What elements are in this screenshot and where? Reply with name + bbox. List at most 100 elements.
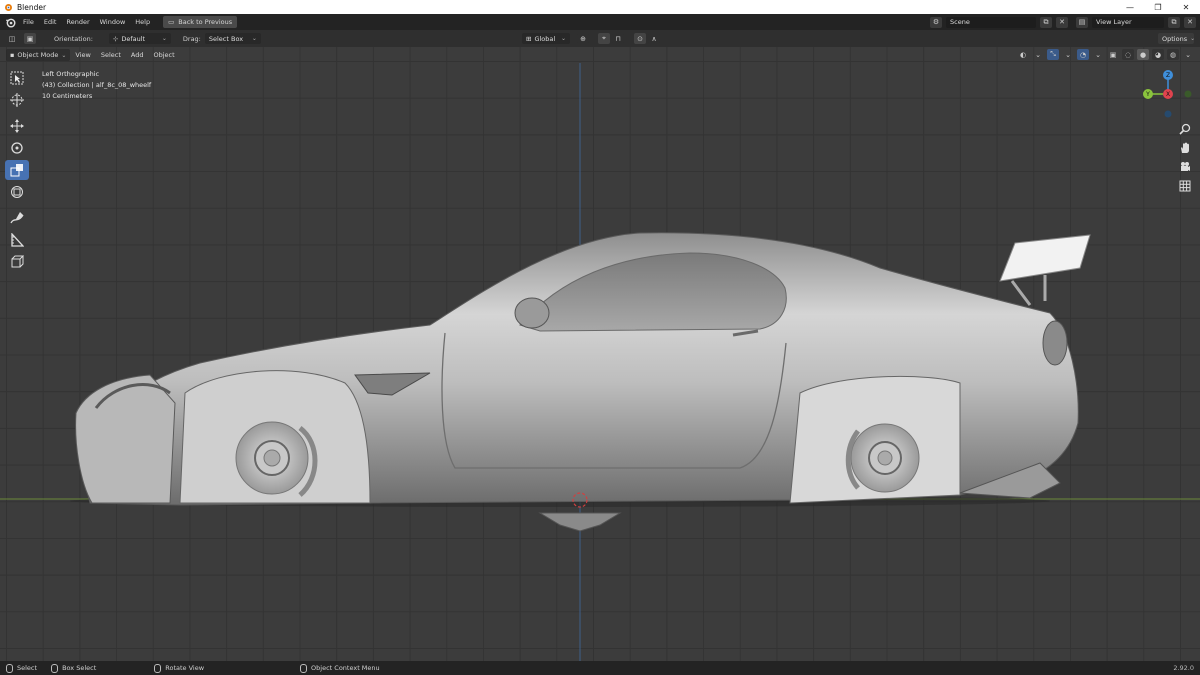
viewport-menu-object[interactable]: Object xyxy=(148,51,179,59)
snap-toggle-icon[interactable]: ⌖ xyxy=(598,33,610,44)
pan-hand-icon[interactable] xyxy=(1176,139,1194,157)
viewport-menu-add[interactable]: Add xyxy=(126,51,149,59)
solid-shading-icon[interactable]: ● xyxy=(1137,49,1149,60)
status-select: Select xyxy=(6,663,38,673)
transform-orientation-dropdown[interactable]: ⊞ Global ⌄ xyxy=(522,33,570,44)
menu-window[interactable]: Window xyxy=(95,14,131,30)
grid-view-icon[interactable] xyxy=(1176,177,1194,195)
active-tool-icon[interactable]: ▣ xyxy=(24,33,36,44)
chevron-down-icon[interactable]: ⌄ xyxy=(1182,49,1194,60)
grid-scale: 10 Centimeters xyxy=(42,92,93,100)
status-rotate: Rotate View xyxy=(154,663,205,673)
new-view-layer-icon[interactable]: ⧉ xyxy=(1168,16,1180,28)
proportional-edit-icon[interactable]: ⊙ xyxy=(634,33,646,44)
orientation-value: Default xyxy=(121,34,146,43)
viewport-header: ▪ Object Mode ⌄ View Select Add Object ◐… xyxy=(0,47,1200,63)
menu-help[interactable]: Help xyxy=(130,14,155,30)
menu-file[interactable]: File xyxy=(18,14,39,30)
drag-value: Select Box xyxy=(208,34,244,43)
back-to-previous-button[interactable]: ▭ Back to Previous xyxy=(163,16,238,28)
viewport-menu-select[interactable]: Select xyxy=(96,51,126,59)
xray-toggle-icon[interactable]: ▣ xyxy=(1107,49,1119,60)
orientation-dropdown[interactable]: ⊹ Default ⌄ xyxy=(108,33,171,44)
viewport-info: Left Orthographic (43) Collection | alf_… xyxy=(42,69,151,102)
screen-icon: ▭ xyxy=(168,18,175,26)
scene-selector-icon[interactable]: ⚙ xyxy=(930,16,942,28)
menu-edit[interactable]: Edit xyxy=(39,14,62,30)
status-select-label: Select xyxy=(17,664,38,672)
pivot-point-icon[interactable]: ⊕ xyxy=(577,33,589,44)
camera-icon[interactable] xyxy=(1176,158,1194,176)
chevron-down-icon[interactable]: ⌄ xyxy=(1032,49,1044,60)
transform-icon xyxy=(11,186,23,198)
menu-render[interactable]: Render xyxy=(61,14,94,30)
zoom-icon[interactable] xyxy=(1176,120,1194,138)
minimize-button[interactable]: — xyxy=(1116,0,1144,14)
rendered-shading-icon[interactable]: ◍ xyxy=(1167,49,1179,60)
scale-tool[interactable] xyxy=(5,160,29,180)
object-mode-dropdown[interactable]: ▪ Object Mode ⌄ xyxy=(6,49,71,61)
top-bar: File Edit Render Window Help ▭ Back to P… xyxy=(0,14,1200,30)
taillight xyxy=(1042,320,1068,366)
falloff-icon[interactable]: ∧ xyxy=(648,33,660,44)
material-preview-icon[interactable]: ◕ xyxy=(1152,49,1164,60)
move-arrows-icon xyxy=(10,119,24,133)
delete-view-layer-icon[interactable]: ✕ xyxy=(1184,16,1196,28)
selectability-icon[interactable]: ◐ xyxy=(1017,49,1029,60)
chevron-down-icon[interactable]: ⌄ xyxy=(1062,49,1074,60)
close-button[interactable]: ✕ xyxy=(1172,0,1200,14)
delete-scene-icon[interactable]: ✕ xyxy=(1056,16,1068,28)
car-model[interactable] xyxy=(0,63,1200,661)
snap-target-icon[interactable]: ⊓ xyxy=(612,33,624,44)
scene-name-field[interactable]: Scene xyxy=(946,16,1036,28)
cursor-tool[interactable] xyxy=(5,90,29,110)
window-title: Blender xyxy=(17,2,47,12)
back-to-previous-label: Back to Previous xyxy=(178,18,233,26)
view-layer-selector-icon[interactable]: ▤ xyxy=(1076,16,1088,28)
mouse-middle-icon xyxy=(154,663,162,673)
editor-type-icon[interactable]: ◫ xyxy=(6,33,18,44)
neg-z-axis-handle xyxy=(1164,110,1172,118)
scene-name: Scene xyxy=(950,18,970,26)
rotate-tool[interactable] xyxy=(5,138,29,158)
measure-tool[interactable] xyxy=(5,230,29,250)
jack-stand xyxy=(538,512,622,532)
gizmo-toggle-icon[interactable]: ⤡ xyxy=(1047,49,1059,60)
wing-struts xyxy=(1010,275,1047,306)
new-scene-icon[interactable]: ⧉ xyxy=(1040,16,1052,28)
status-bar: Select Box Select Rotate View Object Con… xyxy=(0,661,1200,675)
viewport-menu-view[interactable]: View xyxy=(70,51,95,59)
mouse-right-icon xyxy=(300,663,308,673)
view-name: Left Orthographic xyxy=(42,70,100,78)
viewport-navigation xyxy=(1176,120,1194,196)
navigation-gizmo[interactable]: Z Y X xyxy=(1138,66,1198,122)
blender-menu-icon[interactable] xyxy=(2,14,18,30)
status-box-select-label: Box Select xyxy=(62,664,97,672)
y-axis-label: Y xyxy=(1145,91,1150,98)
version-label: 2.92.0 xyxy=(1173,664,1194,672)
move-tool[interactable] xyxy=(5,116,29,136)
transform-tool[interactable] xyxy=(5,182,29,202)
view-layer-field[interactable]: View Layer xyxy=(1092,16,1164,28)
front-bumper xyxy=(75,374,176,504)
object-mode-label: Object Mode xyxy=(17,51,59,59)
blender-logo-icon xyxy=(5,4,12,11)
window-titlebar: Blender — ❐ ✕ xyxy=(0,0,1200,14)
view-layer-name: View Layer xyxy=(1096,18,1132,26)
wireframe-shading-icon[interactable]: ◌ xyxy=(1122,49,1134,60)
select-cursor-icon xyxy=(10,71,24,85)
add-cube-tool[interactable] xyxy=(5,252,29,272)
overlays-toggle-icon[interactable]: ◔ xyxy=(1077,49,1089,60)
orientation-label: Orientation: xyxy=(54,34,93,43)
chevron-down-icon[interactable]: ⌄ xyxy=(1092,49,1104,60)
chevron-down-icon: ⌄ xyxy=(251,35,257,42)
options-dropdown[interactable]: Options ⌄ xyxy=(1158,33,1195,44)
annotate-tool[interactable] xyxy=(5,208,29,228)
drag-dropdown[interactable]: Select Box ⌄ xyxy=(204,33,261,44)
drag-label: Drag: xyxy=(182,34,201,43)
chevron-down-icon: ⌄ xyxy=(161,35,167,42)
status-context-menu-label: Object Context Menu xyxy=(311,664,380,672)
status-rotate-label: Rotate View xyxy=(165,664,205,672)
restore-button[interactable]: ❐ xyxy=(1144,0,1172,14)
select-box-tool[interactable] xyxy=(5,68,29,88)
